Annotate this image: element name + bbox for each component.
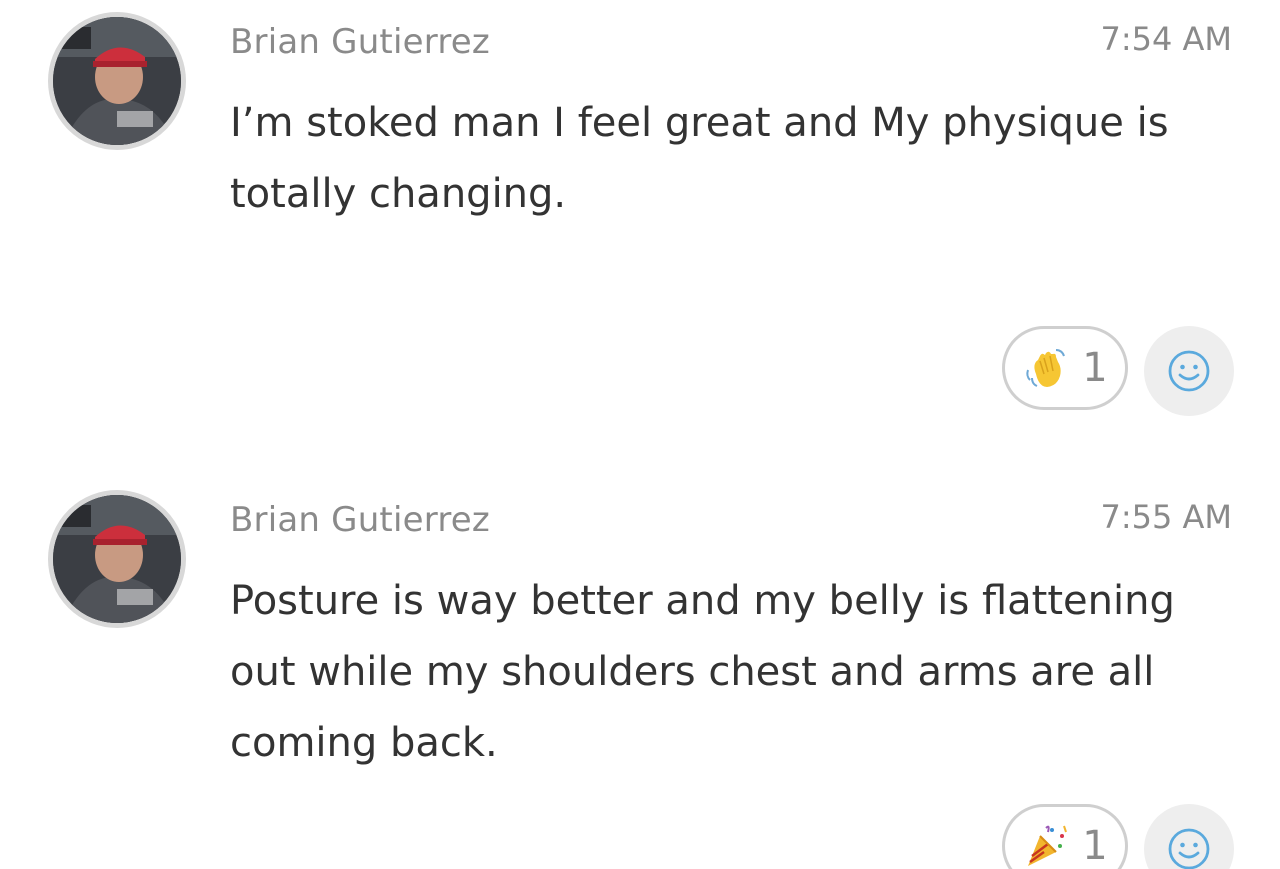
avatar[interactable] <box>48 12 186 150</box>
add-reaction-button[interactable] <box>1144 326 1234 416</box>
smiley-icon <box>1168 828 1210 869</box>
avatar-photo <box>53 17 181 145</box>
message-timestamp: 7:55 AM <box>1100 498 1232 536</box>
avatar-photo <box>53 495 181 623</box>
reaction-count: 1 <box>1082 345 1108 391</box>
message-text: I’m stoked man I feel great and My physi… <box>230 100 1169 217</box>
reaction-chip[interactable]: 1 <box>1002 326 1128 410</box>
message-text: Posture is way better and my belly is fl… <box>230 578 1175 766</box>
add-reaction-button[interactable] <box>1144 804 1234 869</box>
message-feed: Brian Gutierrez 7:54 AM I’m stoked man I… <box>0 0 1280 869</box>
party-popper-icon <box>1028 825 1068 866</box>
smiley-icon <box>1168 350 1210 392</box>
message-timestamp: 7:54 AM <box>1100 20 1232 58</box>
message-author[interactable]: Brian Gutierrez <box>230 22 490 62</box>
reaction-chip[interactable]: 1 <box>1002 804 1128 869</box>
avatar[interactable] <box>48 490 186 628</box>
message-author[interactable]: Brian Gutierrez <box>230 500 490 540</box>
reaction-count: 1 <box>1082 823 1108 869</box>
waving-hand-icon <box>1026 349 1066 387</box>
